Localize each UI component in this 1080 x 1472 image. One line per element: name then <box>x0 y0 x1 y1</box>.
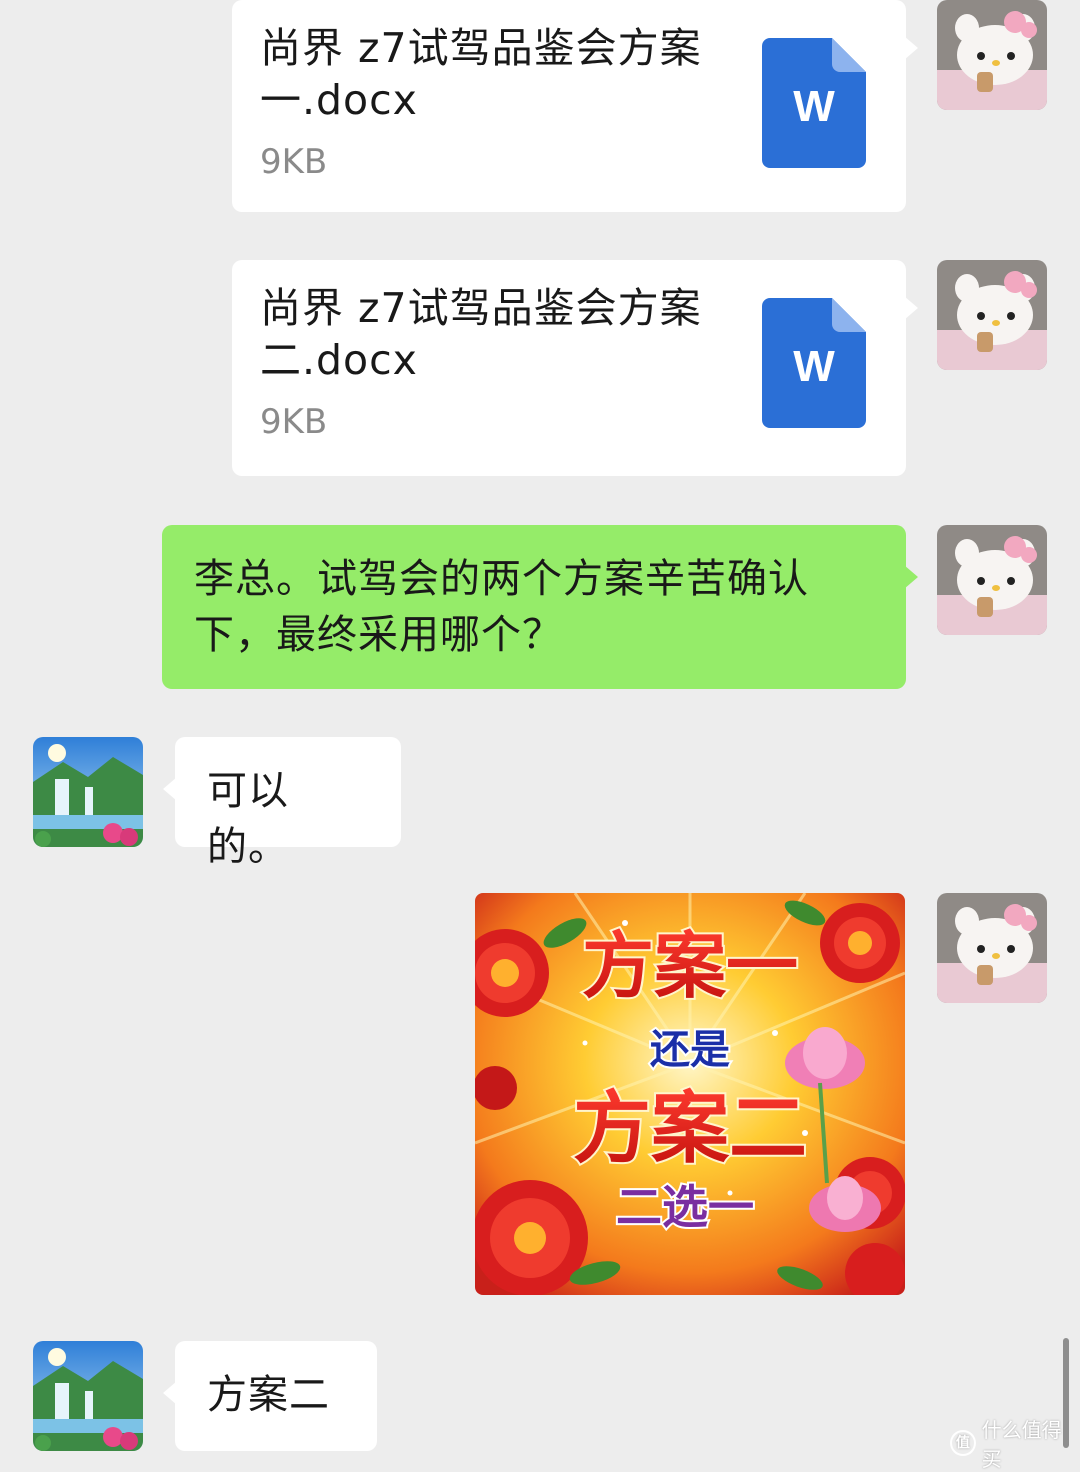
doc-letter: W <box>793 342 835 391</box>
chat-window: 尚界 z7试驾品鉴会方案一.docx 9KB W 尚界 z7试驾品鉴会方案二.d… <box>0 0 1080 1471</box>
plan-choice-image: 方案一 还是 方案二 二选一 <box>475 893 905 1295</box>
file-message[interactable]: 尚界 z7试驾品鉴会方案一.docx 9KB W <box>232 0 918 212</box>
image-text-line4: 二选一 <box>616 1180 754 1234</box>
file-message[interactable]: 尚界 z7试驾品鉴会方案二.docx 9KB W <box>232 260 918 476</box>
self-avatar[interactable] <box>937 525 1047 635</box>
contact-avatar[interactable] <box>33 737 143 847</box>
hello-kitty-icon <box>937 893 1047 1003</box>
image-message[interactable]: 方案一 还是 方案二 二选一 <box>475 893 905 1295</box>
waterfall-landscape-icon <box>33 737 143 847</box>
contact-avatar[interactable] <box>33 1341 143 1451</box>
file-size: 9KB <box>260 142 328 182</box>
hello-kitty-icon <box>937 525 1047 635</box>
text-message[interactable]: 方案二 <box>163 1341 377 1451</box>
self-avatar[interactable] <box>937 893 1047 1003</box>
image-text-line1: 方案一 <box>582 924 798 1008</box>
watermark-logo-icon: 值 <box>950 1430 976 1456</box>
file-name: 尚界 z7试驾品鉴会方案二.docx <box>260 284 702 384</box>
waterfall-landscape-icon <box>33 1341 143 1451</box>
image-text-line3: 方案二 <box>573 1084 807 1174</box>
hello-kitty-icon <box>937 0 1047 110</box>
watermark: 值 什么值得买 <box>950 1418 1080 1471</box>
file-size: 9KB <box>260 402 328 442</box>
word-doc-icon: W <box>762 298 866 428</box>
file-name: 尚界 z7试驾品鉴会方案一.docx <box>260 24 702 124</box>
text-message[interactable]: 可以的。 <box>163 737 401 870</box>
image-text-line2: 还是 <box>650 1027 730 1073</box>
watermark-text: 什么值得买 <box>981 1418 1062 1471</box>
doc-letter: W <box>793 82 835 131</box>
word-doc-icon: W <box>762 38 866 168</box>
self-avatar[interactable] <box>937 0 1047 110</box>
hello-kitty-icon <box>937 260 1047 370</box>
self-avatar[interactable] <box>937 260 1047 370</box>
text-message[interactable]: 李总。试驾会的两个方案辛苦确认下，最终采用哪个？ <box>162 525 918 689</box>
